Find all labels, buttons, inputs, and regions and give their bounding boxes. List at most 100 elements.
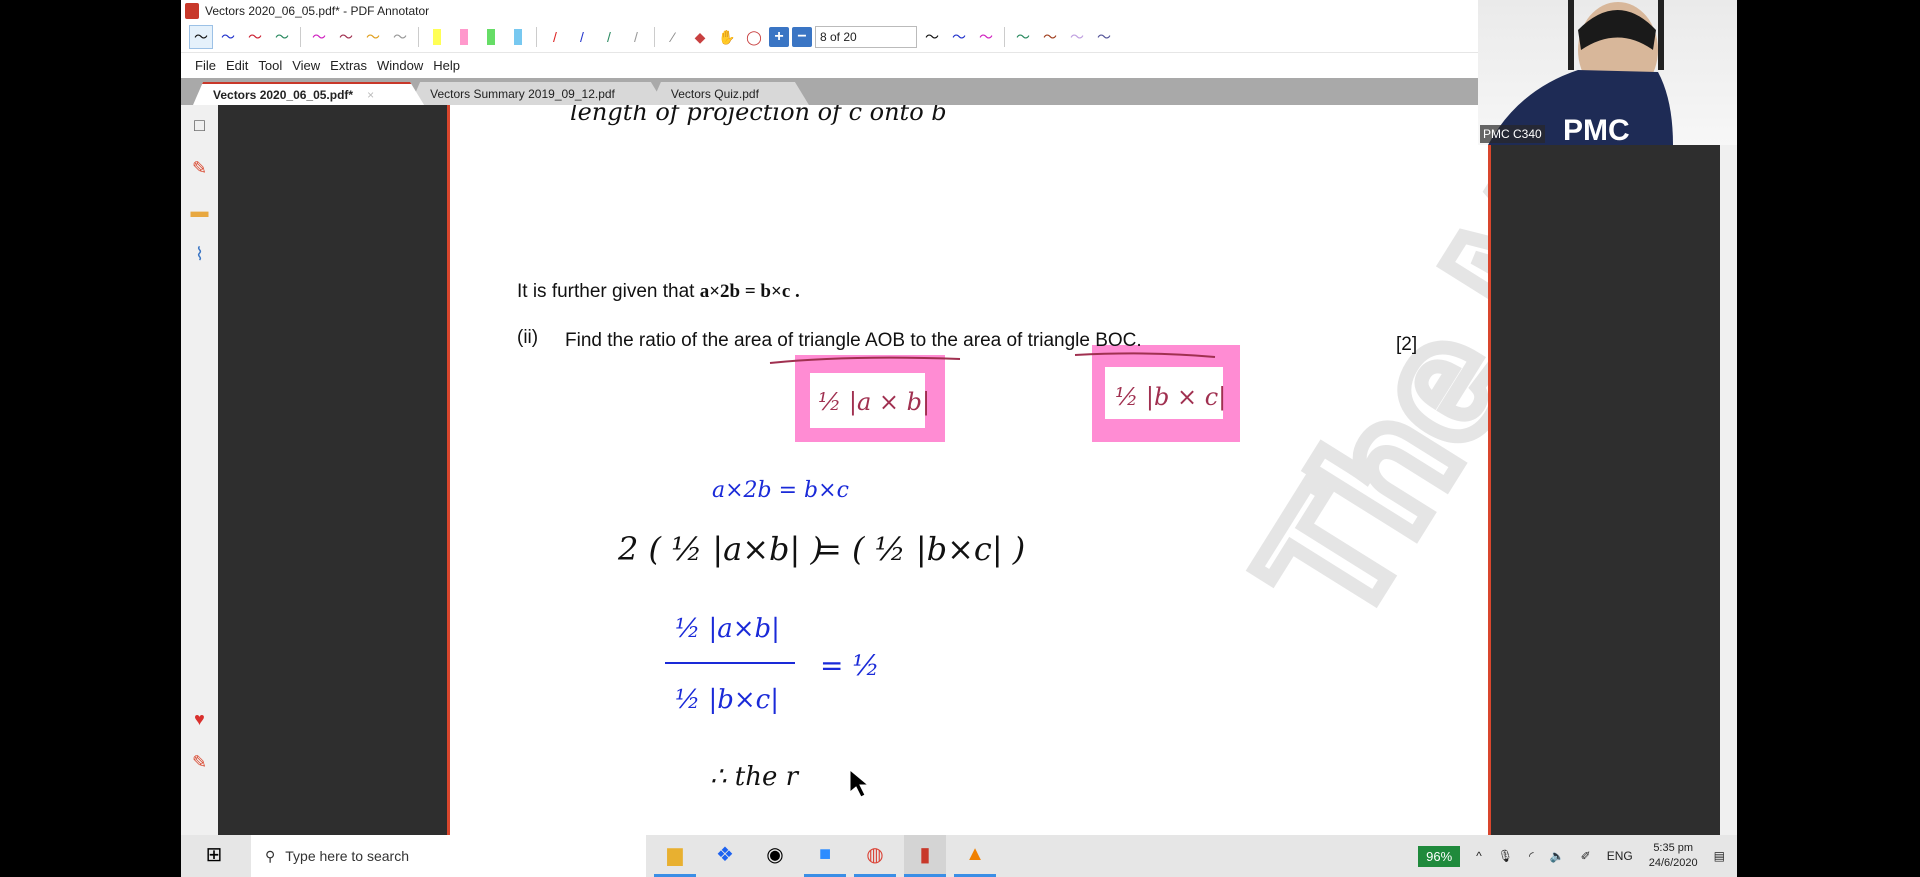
favorite-pen-6[interactable]: 〜 xyxy=(1092,25,1116,49)
taskbar-search[interactable]: ⚲ Type here to search xyxy=(251,835,646,877)
zoom-icon[interactable]: ■ xyxy=(804,835,846,877)
clock[interactable]: 5:35 pm 24/6/2020 xyxy=(1649,841,1698,871)
line-tool-1[interactable]: / xyxy=(570,25,594,49)
note-projection: length of projection of c onto b xyxy=(570,105,947,126)
webcam-overlay: PMC PMC C340 xyxy=(1478,0,1737,147)
pen-tool-4[interactable]: 〜 xyxy=(307,25,331,49)
windows-start-button[interactable]: ⊞ xyxy=(193,835,235,877)
search-placeholder: Type here to search xyxy=(285,848,410,864)
page-icon[interactable]: □ xyxy=(194,115,205,136)
pen-tool-6[interactable]: 〜 xyxy=(361,25,385,49)
notifications-icon[interactable]: ▤ xyxy=(1714,849,1725,863)
paperclip-icon[interactable]: ⌇ xyxy=(195,244,204,265)
menu-extras[interactable]: Extras xyxy=(330,58,367,73)
box1-text: ½ |a × b| xyxy=(818,388,930,417)
highlighter-tool-3[interactable] xyxy=(506,25,530,49)
dropbox-icon[interactable]: ❖ xyxy=(704,835,746,877)
vlc-icon[interactable]: ▲ xyxy=(954,835,996,877)
favorite-pen-4[interactable]: 〜 xyxy=(1038,25,1062,49)
question-text: Find the ratio of the area of triangle A… xyxy=(565,330,1142,351)
webcam-person-image: PMC xyxy=(1488,0,1673,147)
hand-icon[interactable]: ✋ xyxy=(715,25,739,49)
line-tool-2[interactable]: / xyxy=(597,25,621,49)
window-title: Vectors 2020_06_05.pdf* - PDF Annotator xyxy=(205,4,430,18)
microphone-icon[interactable]: 🎙 xyxy=(1498,849,1513,863)
favorite-pen-5[interactable]: 〜 xyxy=(1065,25,1089,49)
watermark-logo: The Maths Cafe xyxy=(1224,105,1488,652)
tab-label: Vectors 2020_06_05.pdf* xyxy=(213,87,354,102)
separator xyxy=(654,27,655,47)
favorite-icon[interactable]: ♥ xyxy=(194,709,205,730)
marks: [2] xyxy=(1396,334,1418,355)
tab-label: Vectors Summary 2019_09_12.pdf xyxy=(430,86,615,101)
separator xyxy=(300,27,301,47)
pen-tool-5[interactable]: 〜 xyxy=(334,25,358,49)
annotation-layer: The Maths Cafe length of projection of c… xyxy=(570,105,1488,798)
eraser-icon[interactable]: ◆ xyxy=(688,25,712,49)
volume-icon[interactable]: 🔈 xyxy=(1550,849,1565,863)
app-icon xyxy=(185,3,199,19)
pen-tool-3[interactable]: 〜 xyxy=(270,25,294,49)
hw-conclusion: ∴ the r xyxy=(710,762,800,792)
pen-tool-2[interactable]: 〜 xyxy=(243,25,267,49)
system-tray: 96% ^ 🎙 ◜ 🔈 ✐ ENG 5:35 pm 24/6/2020 ▤ xyxy=(1418,841,1737,871)
highlighter-tool-0[interactable] xyxy=(425,25,449,49)
language-indicator[interactable]: ENG xyxy=(1607,849,1633,863)
pdf-annotator-icon[interactable]: ▮ xyxy=(904,835,946,877)
clock-date: 24/6/2020 xyxy=(1648,857,1698,869)
favorite-pen-0[interactable]: 〜 xyxy=(920,25,944,49)
hw-line2-right: = ( ½ |b×c| ) xyxy=(815,530,1025,568)
part-label: (ii) xyxy=(517,327,539,348)
chrome-icon[interactable]: ◍ xyxy=(854,835,896,877)
battery-indicator[interactable]: 96% xyxy=(1418,845,1461,867)
obs-icon[interactable]: ◉ xyxy=(754,835,796,877)
pen-tray-icon[interactable]: ✐ xyxy=(1581,849,1591,863)
left-toolbar: □ ✎ ▬ ⌇ ♥ ✎ xyxy=(181,105,218,835)
favorite-pen-1[interactable]: 〜 xyxy=(947,25,971,49)
box2-text: ½ |b × c| xyxy=(1115,383,1226,412)
menu-tool[interactable]: Tool xyxy=(258,58,282,73)
file-explorer-icon[interactable]: ▆ xyxy=(654,835,696,877)
menu-view[interactable]: View xyxy=(292,58,320,73)
pen-tool-1[interactable]: 〜 xyxy=(216,25,240,49)
zoom-out-button[interactable]: − xyxy=(792,27,812,47)
pdf-page[interactable]: The Maths Cafe length of projection of c… xyxy=(447,105,1491,835)
highlighter-tool-1[interactable] xyxy=(452,25,476,49)
pen-tool-0[interactable]: 〜 xyxy=(189,25,213,49)
wifi-icon[interactable]: ◜ xyxy=(1529,849,1534,863)
folder-icon[interactable]: ▬ xyxy=(191,201,209,222)
vertical-scrollbar[interactable] xyxy=(1720,105,1737,835)
hw-line2-left: 2 ( ½ |a×b| ) xyxy=(617,530,823,568)
mouse-cursor-icon xyxy=(849,768,870,798)
hw-frac-num: ½ |a×b| xyxy=(675,614,780,644)
pen-icon[interactable]: ✎ xyxy=(192,158,207,179)
tab-document-0[interactable]: Vectors 2020_06_05.pdf* × xyxy=(193,82,424,105)
favorite-pen-3[interactable]: 〜 xyxy=(1011,25,1035,49)
favorite-pen-2[interactable]: 〜 xyxy=(974,25,998,49)
tab-document-1[interactable]: Vectors Summary 2019_09_12.pdf xyxy=(410,82,665,105)
highlighter-tool-2[interactable] xyxy=(479,25,503,49)
menu-file[interactable]: File xyxy=(195,58,216,73)
line-tool-0[interactable]: / xyxy=(543,25,567,49)
menu-window[interactable]: Window xyxy=(377,58,423,73)
menu-help[interactable]: Help xyxy=(433,58,460,73)
line-tool-3[interactable]: / xyxy=(624,25,648,49)
svg-text:PMC: PMC xyxy=(1563,114,1630,145)
given-text: It is further given that a×2b = b×c . xyxy=(517,281,800,302)
pen-tool-7[interactable]: 〜 xyxy=(388,25,412,49)
clock-time: 5:35 pm xyxy=(1653,842,1694,854)
chevron-up-icon[interactable]: ^ xyxy=(1476,849,1482,863)
close-tab-icon[interactable]: × xyxy=(367,88,374,102)
menu-edit[interactable]: Edit xyxy=(226,58,248,73)
tab-document-2[interactable]: Vectors Quiz.pdf xyxy=(651,82,809,105)
hw-frac-rhs: = ½ xyxy=(820,649,880,682)
dashed-line-icon[interactable]: ⁄ xyxy=(661,25,685,49)
zoom-in-button[interactable]: + xyxy=(769,27,789,47)
lasso-icon[interactable]: ◯ xyxy=(742,25,766,49)
document-area: □ ✎ ▬ ⌇ ♥ ✎ The Maths Cafe length of pro… xyxy=(181,105,1737,835)
webcam-label: PMC C340 xyxy=(1480,125,1545,143)
separator xyxy=(536,27,537,47)
page-number-input[interactable]: 8 of 20 xyxy=(815,26,917,48)
hw-frac-den: ½ |b×c| xyxy=(675,685,779,715)
edit-icon[interactable]: ✎ xyxy=(192,752,207,773)
